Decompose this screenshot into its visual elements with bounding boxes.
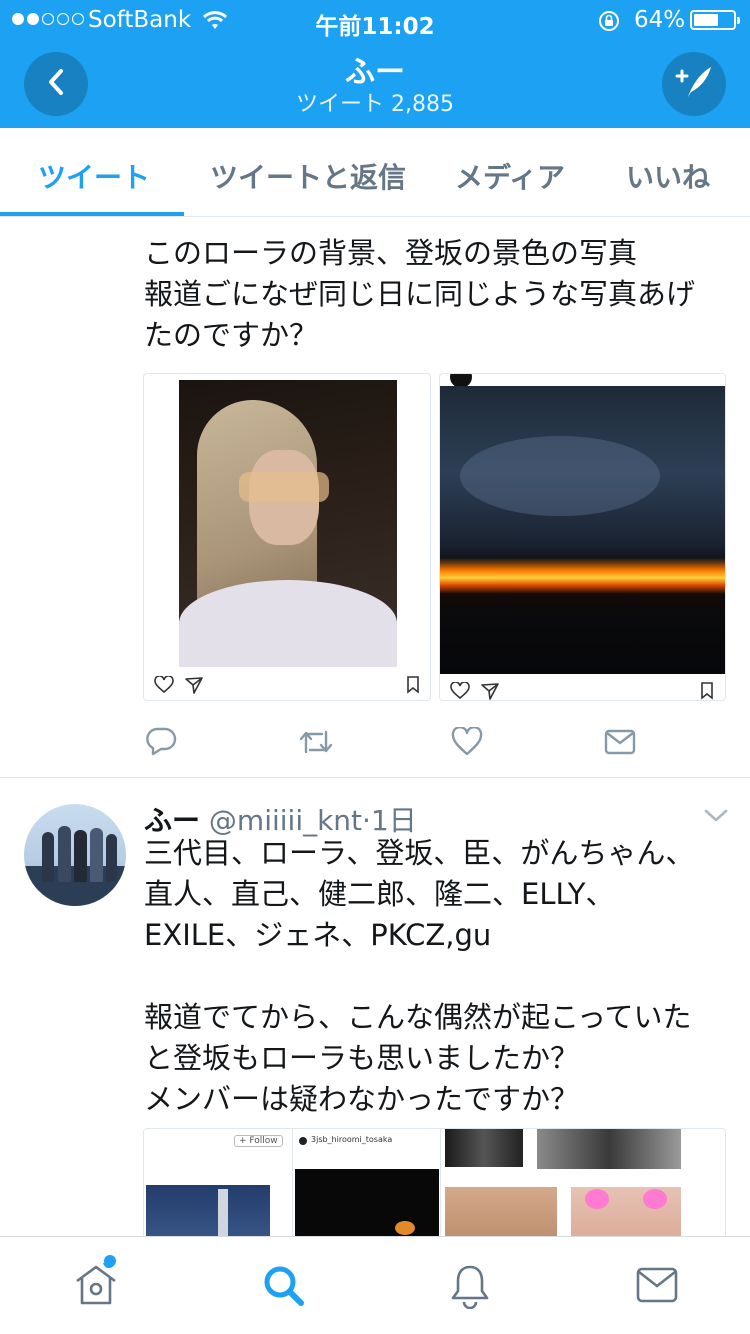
- tweet-image-right[interactable]: [439, 373, 726, 701]
- follow-label: + Follow: [234, 1135, 283, 1147]
- embed-screenshot-2: 3jsb_hiroomi_tosaka: [292, 1129, 440, 1247]
- notification-dot: [104, 1255, 116, 1267]
- glasses-shape: [239, 472, 329, 502]
- sunset-glow: [440, 558, 725, 594]
- chevron-down-icon[interactable]: [704, 808, 728, 828]
- tab-tweets-and-replies[interactable]: ツイートと返信: [210, 156, 406, 196]
- top-bar: SoftBank 午前11:02 64% ふー ツイート 2,885: [0, 0, 750, 128]
- reply-icon[interactable]: [145, 726, 177, 760]
- avatar-figure: [106, 834, 117, 882]
- tweet-text: 三代目、ローラ、登坂、臣、がんちゃん、 直人、直己、健二郎、隆二、ELLY、 E…: [144, 836, 695, 1116]
- tweet-image-grid[interactable]: + Follow 3jsb_hiroomi_tosaka: [143, 1128, 726, 1248]
- share-small-icon[interactable]: [184, 676, 204, 698]
- avatar-figure: [58, 826, 71, 882]
- embed-collage: [440, 1129, 725, 1247]
- compose-button[interactable]: [662, 52, 726, 116]
- sunset-photo: [440, 386, 725, 674]
- light-spot: [395, 1221, 415, 1235]
- compose-tweet-icon: [674, 64, 714, 104]
- collage-photo: [537, 1129, 681, 1169]
- embed-username: 3jsb_hiroomi_tosaka: [311, 1135, 393, 1144]
- tiny-avatar-icon: [299, 1137, 307, 1145]
- home-icon[interactable]: [73, 1256, 119, 1311]
- avatar[interactable]: [24, 804, 126, 906]
- messages-icon[interactable]: [636, 1267, 678, 1307]
- heart-small-icon[interactable]: [154, 675, 174, 698]
- rotation-lock-icon: [597, 9, 621, 39]
- profile-name: ふー: [345, 55, 405, 90]
- tweet-count: ツイート 2,885: [296, 92, 454, 117]
- tweet-divider: [0, 777, 750, 778]
- tab-media[interactable]: メディア: [455, 156, 565, 196]
- retweet-icon[interactable]: [298, 728, 334, 760]
- app-screen: SoftBank 午前11:02 64% ふー ツイート 2,885 ツイート …: [0, 0, 750, 1334]
- profile-tabs: ツイート ツイートと返信 メディア いいね: [0, 128, 750, 217]
- embed-screenshot-1: + Follow: [144, 1129, 292, 1247]
- battery-percent: 64%: [634, 7, 686, 33]
- bell-icon[interactable]: [449, 1263, 491, 1313]
- bookmark-small-icon[interactable]: [406, 676, 420, 698]
- bottom-tab-bar: [0, 1236, 750, 1334]
- avatar-figure: [74, 830, 87, 882]
- bookmark-small-icon[interactable]: [700, 682, 714, 700]
- heart-small-icon[interactable]: [450, 681, 470, 700]
- envelope-icon[interactable]: [604, 729, 636, 759]
- cloud-shape: [460, 436, 660, 516]
- search-icon[interactable]: [261, 1263, 305, 1311]
- tweet-text: このローラの背景、登坂の景色の写真 報道ごになぜ同じ日に同じような写真あげ たの…: [144, 236, 696, 352]
- tweet-image-left[interactable]: [143, 373, 431, 701]
- avatar-figure: [42, 832, 54, 882]
- share-small-icon[interactable]: [480, 682, 500, 700]
- active-tab-indicator: [0, 212, 184, 216]
- heart-icon[interactable]: [451, 725, 483, 761]
- tab-likes[interactable]: いいね: [626, 156, 710, 196]
- pink-ear-sticker: [643, 1189, 667, 1209]
- collage-photo: [445, 1129, 523, 1167]
- white-shirt-shape: [179, 580, 397, 667]
- status-bar: SoftBank 午前11:02 64%: [0, 0, 750, 40]
- avatar-figure: [90, 828, 103, 882]
- portrait-photo: [179, 380, 397, 667]
- pink-ear-sticker: [585, 1189, 609, 1209]
- tab-tweets[interactable]: ツイート: [38, 156, 150, 196]
- battery-icon: [690, 10, 740, 30]
